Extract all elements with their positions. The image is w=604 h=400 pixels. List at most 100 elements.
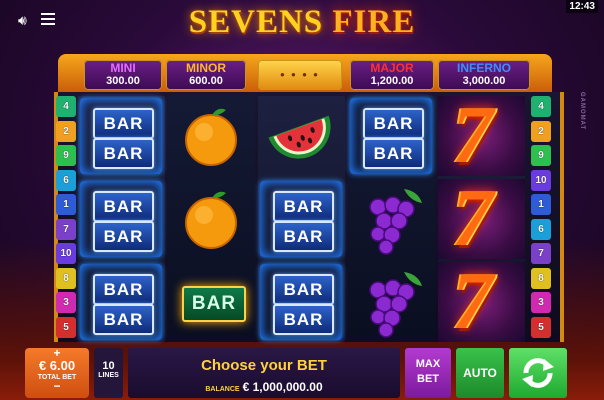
total-bet-control: + € 6.00 TOTAL BET − [25, 347, 89, 398]
symbol-green-bar: BAR [168, 262, 255, 342]
balance-display: BALANCE € 1,000,000.00 [128, 380, 400, 394]
symbol-double-bar: BAR BAR [78, 179, 165, 259]
bar-tile: BAR [93, 191, 154, 222]
title-sevens: SEVENS [188, 4, 324, 40]
payline-marker-left: 9 [56, 145, 76, 166]
control-bar: + € 6.00 TOTAL BET − 10 LINES Choose you… [0, 346, 604, 400]
symbol-watermelon [258, 96, 345, 176]
symbol-seven: 7 [438, 89, 525, 180]
payline-marker-left: 5 [56, 316, 76, 338]
paylines-left: 4 2 9 6 1 7 10 8 3 5 [56, 96, 76, 342]
reel-5: 7 7 7 [438, 89, 525, 346]
symbol-double-bar: BAR BAR [258, 179, 345, 259]
payline-marker-left: 1 [56, 194, 76, 215]
jackpot-inferno-name: INFERNO [457, 61, 511, 75]
jackpot-inferno-value: 3,000.00 [462, 75, 506, 87]
bar-tile: BAR [93, 108, 154, 139]
bar-tile: BAR [363, 108, 424, 139]
payline-marker-left: 10 [56, 243, 76, 264]
bet-increase-button[interactable]: + [25, 347, 89, 359]
auto-spin-button[interactable]: AUTO [456, 348, 504, 398]
message-panel: Choose your BET BALANCE € 1,000,000.00 [128, 348, 400, 398]
jackpot-inferno: INFERNO 3,000.00 [438, 60, 530, 90]
payline-marker-left: 8 [56, 267, 76, 289]
payline-marker-left: 6 [56, 169, 76, 191]
symbol-seven: 7 [438, 172, 525, 263]
jackpot-major-value: 1,200.00 [370, 75, 414, 87]
payline-marker-right: 3 [531, 292, 551, 313]
bar-tile: BAR [273, 221, 334, 252]
orange-icon [185, 108, 237, 166]
ornament-dots: ● ● ● ● [280, 70, 320, 79]
payline-marker-right: 4 [531, 96, 551, 117]
symbol-grapes [348, 179, 435, 259]
bar-tile: BAR [273, 191, 334, 222]
bet-decrease-button[interactable]: − [25, 380, 89, 392]
choose-bet-message: Choose your BET [201, 357, 327, 374]
bar-tile: BAR [273, 274, 334, 305]
jackpot-major: MAJOR 1,200.00 [350, 60, 434, 90]
lines-label: LINES [98, 372, 119, 379]
jackpot-minor-value: 600.00 [189, 75, 223, 87]
symbol-double-bar: BAR BAR [258, 262, 345, 342]
symbol-double-bar: BAR BAR [348, 96, 435, 176]
lines-count: 10 [102, 360, 115, 372]
brand-label: GAMOMAT [579, 92, 585, 131]
jackpot-major-name: MAJOR [370, 61, 414, 75]
payline-marker-right: 1 [531, 194, 551, 215]
watermelon-icon [268, 115, 331, 159]
symbol-seven: 7 [438, 255, 525, 346]
bar-tile: BAR [93, 221, 154, 252]
seven-glyph: 7 [452, 255, 493, 346]
seven-glyph: 7 [452, 172, 493, 263]
payline-marker-left: 3 [56, 292, 76, 313]
payline-marker-right: 7 [531, 243, 551, 264]
payline-marker-right: 10 [531, 169, 551, 191]
jackpot-mini: MINI 300.00 [84, 60, 162, 90]
jackpot-minor-name: MINOR [186, 61, 226, 75]
paylines-right: 4 2 9 10 1 6 7 8 3 5 [531, 96, 551, 342]
jackpot-mini-value: 300.00 [106, 75, 140, 87]
symbol-double-bar: BAR BAR [78, 262, 165, 342]
total-bet-value: € 6.00 [38, 358, 76, 373]
lines-display: 10 LINES [94, 348, 123, 398]
orange-icon [185, 191, 237, 249]
bar-tile: BAR [363, 138, 424, 169]
symbol-orange [168, 96, 255, 176]
jackpot-center-ornament: ● ● ● ● [258, 60, 342, 90]
payline-marker-right: 8 [531, 267, 551, 289]
symbol-orange [168, 179, 255, 259]
bar-tile: BAR [93, 138, 154, 169]
balance-value: € 1,000,000.00 [242, 380, 323, 394]
spin-button[interactable] [509, 348, 567, 398]
symbol-grapes [348, 262, 435, 342]
bar-tile: BAR [273, 304, 334, 335]
max-bet-label-line2: BET [417, 373, 439, 385]
bar-tile: BAR [93, 304, 154, 335]
jackpot-minor: MINOR 600.00 [166, 60, 246, 90]
seven-glyph: 7 [452, 89, 493, 180]
max-bet-label-line1: MAX [415, 358, 441, 370]
payline-marker-left: 4 [56, 96, 76, 117]
reel-2: BAR [168, 96, 255, 342]
reel-3: BAR BAR BAR BAR [258, 96, 345, 342]
payline-marker-right: 9 [531, 145, 551, 166]
grapes-icon [369, 272, 422, 338]
title-fire: FIRE [332, 4, 416, 40]
payline-marker-right: 5 [531, 316, 551, 338]
bar-tile: BAR [93, 274, 154, 305]
bar-tile-green: BAR [182, 286, 246, 322]
spin-arrows-icon [522, 358, 554, 388]
reel-1: BAR BAR BAR BAR BAR BAR [78, 96, 165, 342]
jackpot-mini-name: MINI [110, 61, 136, 75]
max-bet-button[interactable]: MAX BET [405, 348, 451, 398]
game-title-logo: SEVENS FIRE [0, 4, 604, 41]
payline-marker-right: 6 [531, 218, 551, 240]
payline-marker-left: 7 [56, 218, 76, 240]
grapes-icon [369, 189, 422, 255]
payline-marker-right: 2 [531, 120, 551, 142]
balance-label: BALANCE [205, 386, 240, 393]
symbol-double-bar: BAR BAR [78, 96, 165, 176]
reel-4: BAR BAR [348, 96, 435, 342]
payline-marker-left: 2 [56, 120, 76, 142]
